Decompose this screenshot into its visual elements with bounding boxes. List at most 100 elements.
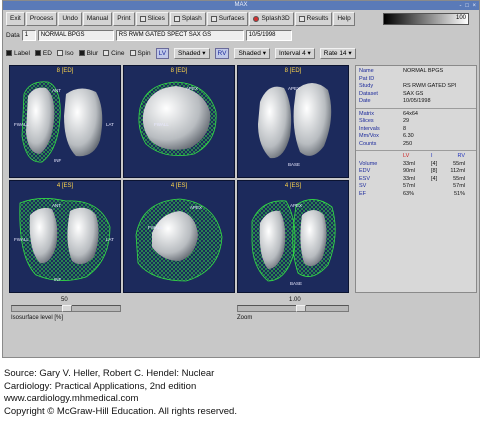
info-row-patid: Pat ID (359, 76, 473, 84)
patient-info-section: Name NORMAL BPGS Pat ID Study RS RWM GATED… (356, 66, 476, 109)
volume-key: EF (359, 190, 367, 197)
rate-select[interactable]: Rate 14 ▾ (319, 47, 356, 59)
manual-button[interactable]: Manual (82, 12, 113, 26)
info-value: 10/05/1998 (403, 98, 431, 104)
spin-option-text: Spin (137, 49, 151, 57)
lv-value: 63% (403, 190, 415, 197)
surfaces-toggle[interactable]: Surfaces (206, 12, 249, 26)
info-value: 64x64 (403, 110, 418, 117)
source-line-3[interactable]: www.cardiology.mhmedical.com (4, 393, 478, 406)
slices-toggle[interactable]: Slices (135, 12, 169, 26)
data-row: Data 1 NORMAL BPGS RS RWM GATED SPECT SA… (6, 29, 292, 41)
chevron-down-icon: ▾ (202, 49, 206, 57)
rv-mode-select[interactable]: Shaded ▾ (234, 47, 270, 59)
iso-option[interactable]: Iso (56, 49, 74, 57)
isosurface-slider-thumb[interactable] (62, 305, 72, 312)
results-toggle[interactable]: Results (294, 12, 333, 26)
annotation-apex: APEX (186, 86, 199, 91)
source-line-4: Copyright © McGraw-Hill Education. All r… (4, 405, 237, 417)
info-key: Counts (359, 140, 377, 147)
frame-value (431, 183, 443, 191)
info-value: NORMAL BPGS (403, 68, 444, 74)
interval-select[interactable]: Interval 4 ▾ (274, 47, 315, 59)
info-value: 250 (403, 140, 413, 147)
splash-label: Splash (181, 15, 202, 22)
splash-toggle[interactable]: Splash (169, 12, 206, 26)
lv-value: 57ml (403, 183, 415, 189)
zoom-slider-thumb[interactable] (296, 305, 306, 312)
study-field[interactable]: RS RWM GATED SPECT SAX GS (115, 29, 244, 41)
window-controls[interactable]: - □ × (460, 2, 477, 11)
label-option-text: Label (14, 49, 30, 57)
undo-button[interactable]: Undo (58, 12, 82, 26)
zoom-label: Zoom (237, 315, 253, 321)
info-key: Mm/Vox (359, 133, 379, 139)
isosurface-slider[interactable] (11, 305, 121, 312)
checkbox-icon (6, 50, 12, 56)
annotation-fwall: FWALL (148, 225, 163, 230)
lv-mode-select[interactable]: Shaded ▾ (174, 47, 210, 59)
view-panel-ed-2[interactable]: 8 [ED] APEX FWALL (123, 65, 235, 178)
heart-mesh-graphic (138, 81, 217, 157)
frame-value: [4] (431, 160, 438, 167)
data-index-field[interactable]: 1 (21, 29, 36, 41)
options-row: Label ED Iso Blur Cine Spin LV Shaded ▾ … (6, 47, 356, 59)
frame-value: [8] (431, 168, 438, 174)
patient-field[interactable]: NORMAL BPGS (37, 29, 114, 41)
spin-option[interactable]: Spin (129, 49, 151, 57)
help-button[interactable]: Help (333, 12, 355, 26)
annotation-apex: APEX (290, 203, 303, 208)
view-panel-es-1[interactable]: 4 [ES] ANT FWALL LAT INF (9, 180, 121, 293)
annotation-ant: ANT (52, 203, 61, 208)
info-row-counts: Counts 250 (359, 141, 473, 149)
source-line-1: Source: Gary V. Heller, Robert C. Hendel… (4, 368, 215, 379)
frame-value: [4] (431, 175, 438, 182)
volume-key: Volume (359, 160, 378, 167)
lv-button[interactable]: LV (155, 47, 170, 59)
checkbox-icon (56, 50, 63, 56)
blur-option[interactable]: Blur (78, 50, 98, 57)
annotation-inf: INF (54, 277, 62, 282)
cine-option[interactable]: Cine (103, 50, 125, 57)
info-row-mmvox: Mm/Vox 6.30 (359, 133, 473, 141)
info-row-name: Name NORMAL BPGS (359, 68, 473, 76)
grayscale-value: 100 (455, 15, 466, 21)
rv-value: 112ml (450, 168, 465, 174)
interval-value: Interval 4 (278, 49, 306, 57)
view-panel-es-3[interactable]: 4 [ES] APEX BASE (237, 180, 349, 293)
main-toolbar: Exit Process Undo Manual Print Slices Sp… (6, 12, 355, 26)
label-option[interactable]: Label (6, 50, 30, 57)
info-key: Date (359, 98, 371, 104)
annotation-apex: APEX (190, 205, 203, 210)
view-panel-es-2[interactable]: 4 [ES] APEX FWALL (123, 180, 235, 293)
rv-value: 55ml (453, 160, 465, 167)
splash3d-toggle[interactable]: Splash3D (249, 12, 294, 26)
window-title: MAX (234, 2, 248, 8)
splash3d-label: Splash3D (261, 15, 290, 22)
heart-mesh-graphic (135, 198, 223, 282)
annotation-fwall: FWALL (154, 122, 169, 127)
info-key: Matrix (359, 110, 374, 117)
process-button[interactable]: Process (25, 12, 58, 26)
panel-title: 4 [ES] (284, 183, 302, 189)
rv-button[interactable]: RV (214, 47, 230, 59)
annotation-apex: APEX (288, 86, 301, 91)
info-row-dataset: Dataset SAX GS (359, 91, 473, 99)
annotation-lat: LAT (106, 122, 114, 127)
chevron-down-icon: ▾ (307, 49, 311, 57)
volume-row: ESV 33ml [4] 55ml (359, 176, 473, 184)
iso-option-text: Iso (64, 49, 74, 57)
info-value: RS RWM GATED SPI (403, 83, 457, 89)
print-button[interactable]: Print (113, 12, 135, 26)
checkbox-icon (103, 50, 110, 56)
ed-option[interactable]: ED (34, 50, 52, 57)
view-panel-ed-1[interactable]: 8 [ED] ANT FWALL LAT INF (9, 65, 121, 178)
zoom-slider[interactable] (237, 305, 349, 312)
info-value: 6.30 (403, 133, 414, 139)
exit-button[interactable]: Exit (6, 12, 25, 26)
date-field[interactable]: 10/5/1998 (245, 29, 292, 41)
view-panel-ed-3[interactable]: 8 [ED] APEX BASE (237, 65, 349, 178)
checkbox-icon (210, 16, 217, 22)
grayscale-bar[interactable]: 100 (383, 13, 469, 25)
acquisition-info-section: Matrix 64x64 Slices 29 Intervals 8 Mm/Vox 6.… (356, 109, 476, 151)
